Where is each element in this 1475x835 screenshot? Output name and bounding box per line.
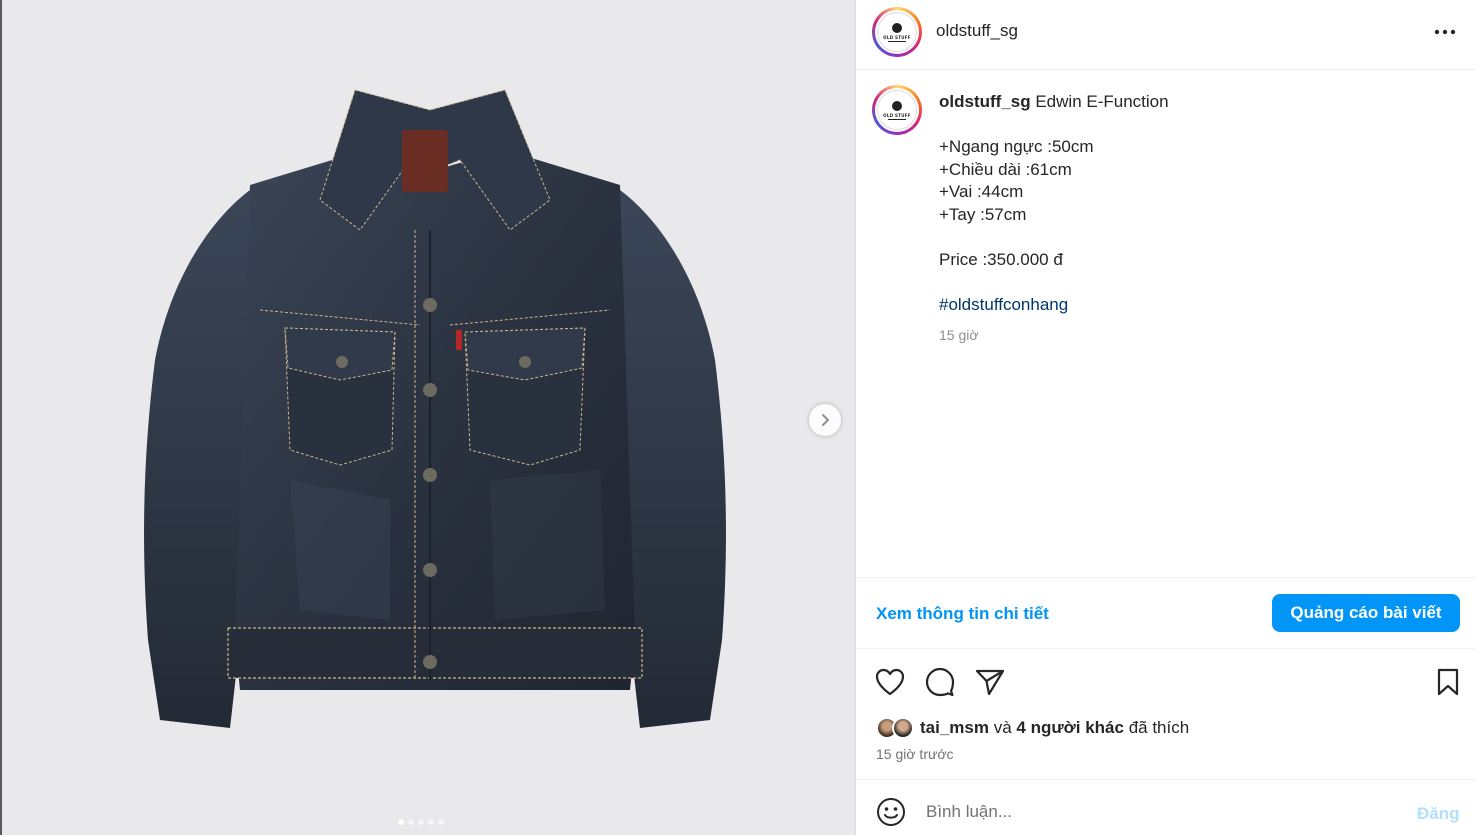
carousel-dot [428,819,434,825]
save-button[interactable] [1432,666,1464,698]
post-header: OLD STUFF oldstuff_sg [856,0,1475,70]
avatar-logo-text: OLD STUFF [883,34,911,40]
liker-username[interactable]: tai_msm [920,718,989,737]
carousel-indicator [398,819,444,825]
caption-line: +Ngang ngực :50cm [939,137,1094,156]
caption-line: +Vai :44cm [939,182,1024,201]
caption-text: oldstuff_sg Edwin E-Function +Ngang ngực… [939,91,1439,347]
share-button[interactable] [974,666,1006,698]
logo-face-icon [892,22,902,33]
caption-title: Edwin E-Function [1035,92,1169,111]
boost-post-button[interactable]: Quảng cáo bài viết [1272,594,1460,632]
carousel-dot [418,819,424,825]
caption-line: +Chiều dài :61cm [939,159,1072,179]
caption-price: Price :350.000 đ [939,249,1063,269]
heart-icon [875,668,905,696]
next-slide-button[interactable] [809,404,841,436]
post-comment-button[interactable]: Đăng [1417,804,1460,824]
carousel-dot [438,819,444,825]
likes-others-link[interactable]: 4 người khác [1016,718,1124,737]
caption-hashtag[interactable]: #oldstuffconhang [939,294,1439,317]
logo-face-icon [892,100,902,111]
likes-summary: tai_msm và 4 người khác đã thích [876,717,1189,739]
caption-username[interactable]: oldstuff_sg [939,92,1031,111]
promotion-row: Xem thông tin chi tiết Quảng cáo bài viế… [856,578,1475,649]
action-bar: tai_msm và 4 người khác đã thích 15 giờ … [856,649,1475,780]
chevron-right-icon [822,414,829,426]
more-horizontal-icon[interactable] [1434,29,1456,35]
comment-input[interactable] [926,802,1346,822]
liker-avatar[interactable] [892,717,914,739]
emoji-icon[interactable] [876,797,906,827]
likes-connector: và [993,718,1012,737]
carousel-dot [408,819,414,825]
author-username[interactable]: oldstuff_sg [936,21,1018,41]
denim-jacket-photo [144,89,726,728]
like-button[interactable] [874,666,906,698]
caption-timestamp[interactable]: 15 giờ [939,324,1439,347]
media-edge [0,0,2,835]
author-avatar[interactable]: OLD STUFF [872,7,922,57]
caption-section: OLD STUFF oldstuff_sg Edwin E-Function +… [856,70,1475,578]
caption-line: +Tay :57cm [939,204,1027,224]
post-side-panel: OLD STUFF oldstuff_sg OLD STUFF oldstuff… [855,0,1475,835]
caption-avatar[interactable]: OLD STUFF [872,85,922,135]
avatar-logo-text: OLD STUFF [883,112,911,118]
carousel-dot [398,819,404,825]
bookmark-icon [1437,668,1459,696]
comment-bubble-icon [925,667,955,697]
likes-text: tai_msm và 4 người khác đã thích [920,718,1189,738]
comment-button[interactable] [924,666,956,698]
view-insights-link[interactable]: Xem thông tin chi tiết [876,604,1049,624]
post-media [0,0,855,835]
post-time-ago[interactable]: 15 giờ trước [876,746,954,762]
paper-plane-icon [975,669,1005,696]
comment-composer: Đăng [856,780,1475,835]
likes-suffix: đã thích [1128,718,1190,737]
